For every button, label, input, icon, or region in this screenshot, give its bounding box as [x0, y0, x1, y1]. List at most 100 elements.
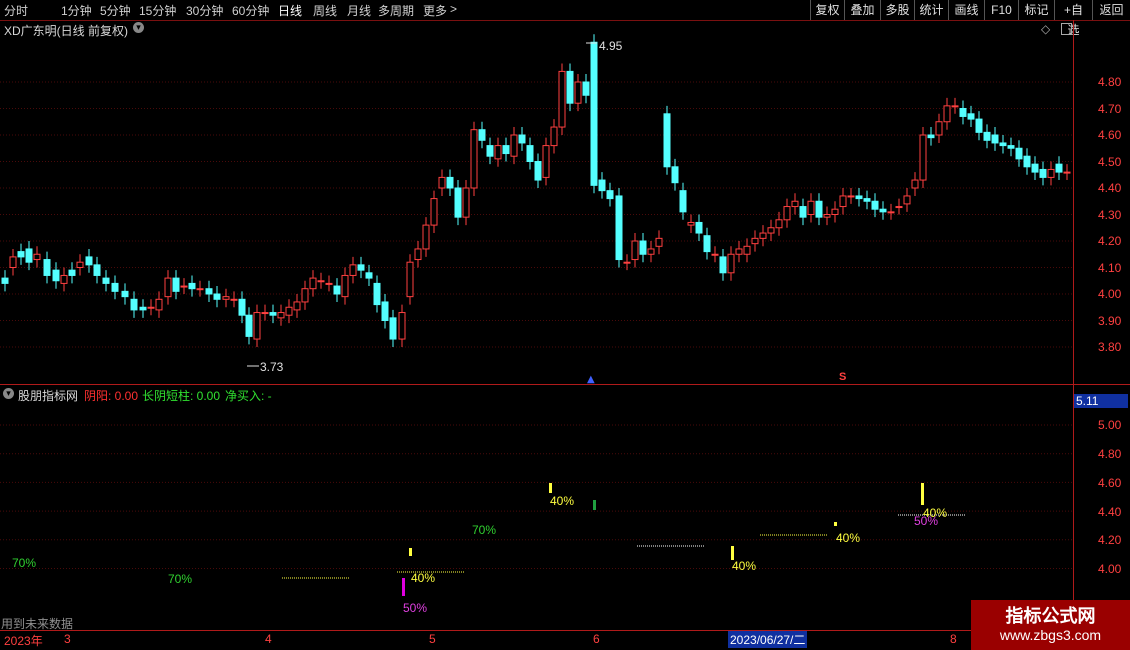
candle-body: [111, 282, 119, 292]
candle-body: [230, 298, 238, 301]
candle-body: [550, 126, 558, 147]
indicator-bar: [593, 500, 596, 510]
candle-body: [1, 277, 9, 284]
candle-body: [1007, 145, 1015, 149]
candle-body: [285, 306, 293, 316]
price-tick: 4.80: [1098, 75, 1122, 89]
candle-body: [196, 288, 204, 291]
candle-body: [791, 200, 799, 208]
candle-body: [139, 306, 147, 311]
candle-body: [325, 282, 333, 285]
candle-body: [991, 134, 999, 144]
candle-body: [639, 240, 647, 255]
candle-body: [590, 41, 598, 186]
candle-body: [711, 253, 719, 256]
candle-body: [341, 274, 349, 298]
indicator-tick: 4.20: [1098, 533, 1122, 547]
candle-body: [502, 145, 510, 155]
candle-body: [855, 195, 863, 200]
price-tick: 4.20: [1098, 234, 1122, 248]
date-label: 2023年: [4, 634, 43, 648]
low-price-label: 3.73: [260, 360, 284, 374]
indicator-name[interactable]: 股朋指标网: [18, 387, 78, 404]
candle-body: [598, 179, 606, 192]
price-tick: 3.90: [1098, 314, 1122, 328]
candle-body: [743, 245, 751, 255]
indicator-changyin: 长阴短柱: 0.00: [142, 389, 221, 403]
candle-body: [438, 176, 446, 189]
candle-body: [349, 264, 357, 276]
kline-chart[interactable]: ▲: [0, 0, 1130, 650]
indicator-tick: 4.00: [1098, 562, 1122, 576]
candle-body: [25, 248, 33, 263]
candle-body: [1031, 163, 1039, 173]
candle-body: [1047, 168, 1055, 178]
candle-body: [903, 195, 911, 205]
candle-body: [655, 237, 663, 247]
indicator-yinyang: 阴阳: 0.00: [84, 389, 139, 403]
candle-body: [205, 288, 213, 295]
indicator-dropdown-icon[interactable]: ▾: [3, 388, 14, 399]
candle-body: [52, 269, 60, 282]
date-label: 5: [429, 632, 436, 646]
candle-body: [847, 195, 855, 198]
candle-body: [1063, 171, 1071, 174]
candle-body: [68, 269, 76, 276]
candle-body: [222, 296, 230, 300]
indicator-tick: 5.00: [1098, 418, 1122, 432]
candle-body: [879, 208, 887, 213]
sell-signal-marker: S: [839, 371, 847, 383]
candle-body: [574, 81, 582, 104]
candle-body: [935, 121, 943, 136]
candle-body: [486, 145, 494, 157]
candle-body: [566, 70, 574, 104]
candle-body: [887, 211, 895, 214]
indicator-tick: 4.40: [1098, 505, 1122, 519]
candle-body: [1055, 163, 1063, 173]
candle-body: [727, 253, 735, 274]
candle-body: [687, 221, 695, 226]
candle-body: [188, 282, 196, 290]
candle-body: [398, 312, 406, 340]
cursor-date-label: 2023/06/27/二: [728, 631, 808, 648]
pct-label: 50%: [403, 601, 428, 615]
indicator-tick: 4.60: [1098, 476, 1122, 490]
candle-body: [277, 312, 285, 319]
candle-body: [911, 179, 919, 189]
candle-body: [839, 195, 847, 208]
pct-label: 40%: [836, 531, 861, 545]
candle-body: [759, 232, 767, 239]
candle-body: [999, 142, 1007, 147]
candle-body: [679, 190, 687, 213]
candle-body: [807, 200, 815, 215]
candle-body: [155, 298, 163, 311]
candle-body: [895, 206, 903, 209]
indicator-bar: [731, 546, 734, 560]
future-data-note: 用到未来数据: [1, 617, 74, 631]
candle-body: [558, 70, 566, 128]
high-price-label: 4.95: [599, 39, 623, 53]
indicator-bar: [549, 483, 552, 493]
candle-body: [735, 248, 743, 255]
candle-body: [983, 131, 991, 141]
candle-body: [663, 113, 671, 168]
candle-body: [85, 256, 93, 266]
price-tick: 4.10: [1098, 261, 1122, 275]
candle-body: [365, 272, 373, 279]
candle-body: [317, 280, 325, 283]
candle-body: [261, 312, 269, 315]
price-tick: 4.40: [1098, 181, 1122, 195]
candle-body: [60, 274, 68, 284]
watermark-url: www.zbgs3.com: [999, 627, 1102, 643]
candle-body: [454, 187, 462, 218]
pct-label: 70%: [168, 572, 193, 586]
indicator-bar: [402, 578, 405, 596]
candle-body: [213, 293, 221, 300]
candle-body: [783, 206, 791, 221]
candle-body: [93, 264, 101, 276]
price-tick: 4.00: [1098, 287, 1122, 301]
candle-body: [43, 259, 51, 276]
candle-body: [871, 200, 879, 210]
candle-body: [430, 198, 438, 226]
candle-body: [130, 298, 138, 311]
